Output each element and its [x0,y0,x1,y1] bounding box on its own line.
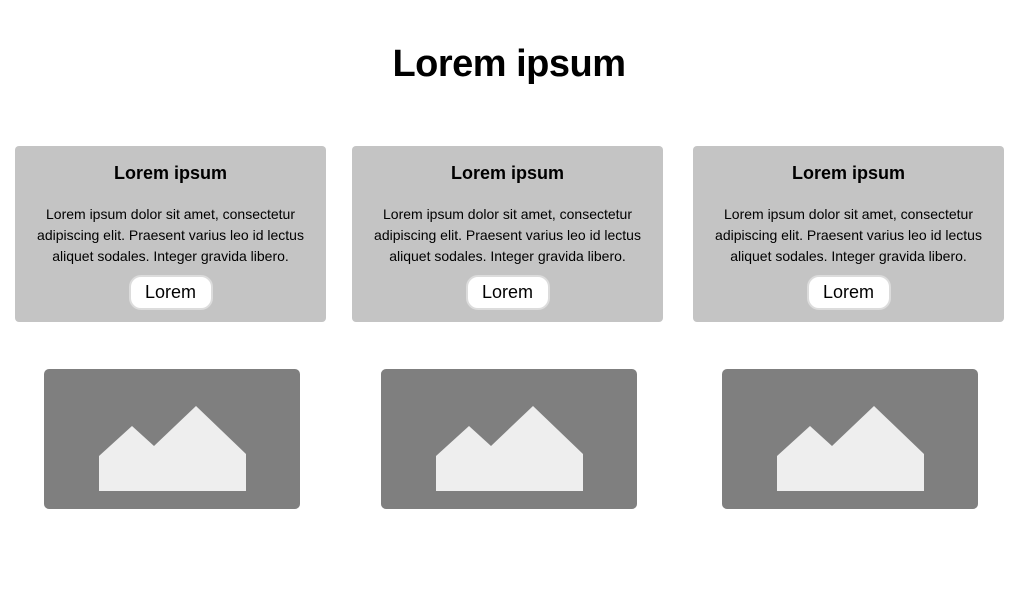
image-placeholder-icon [436,406,583,491]
image-placeholder [381,369,637,509]
card-body-text: Lorem ipsum dolor sit amet, consectetur … [715,206,982,264]
card: Lorem ipsum Lorem ipsum dolor sit amet, … [693,146,1004,322]
image-placeholder [44,369,300,509]
card: Lorem ipsum Lorem ipsum dolor sit amet, … [352,146,663,322]
card-button[interactable]: Lorem [806,275,891,310]
card-title: Lorem ipsum [113,163,228,183]
card: Lorem ipsum Lorem ipsum dolor sit amet, … [15,146,326,322]
card-title: Lorem ipsum [791,163,906,183]
card-button[interactable]: Lorem [465,275,550,310]
page: Lorem ipsum Lorem ipsum Lorem ipsum dolo… [0,0,1018,595]
card-body-text: Lorem ipsum dolor sit amet, consectetur … [37,206,304,264]
page-title: Lorem ipsum [392,43,626,85]
card-button[interactable]: Lorem [128,275,213,310]
image-placeholder [722,369,978,509]
card-title: Lorem ipsum [450,163,565,183]
image-placeholder-icon [777,406,924,491]
card-body-text: Lorem ipsum dolor sit amet, consectetur … [374,206,641,264]
image-placeholder-icon [99,406,246,491]
